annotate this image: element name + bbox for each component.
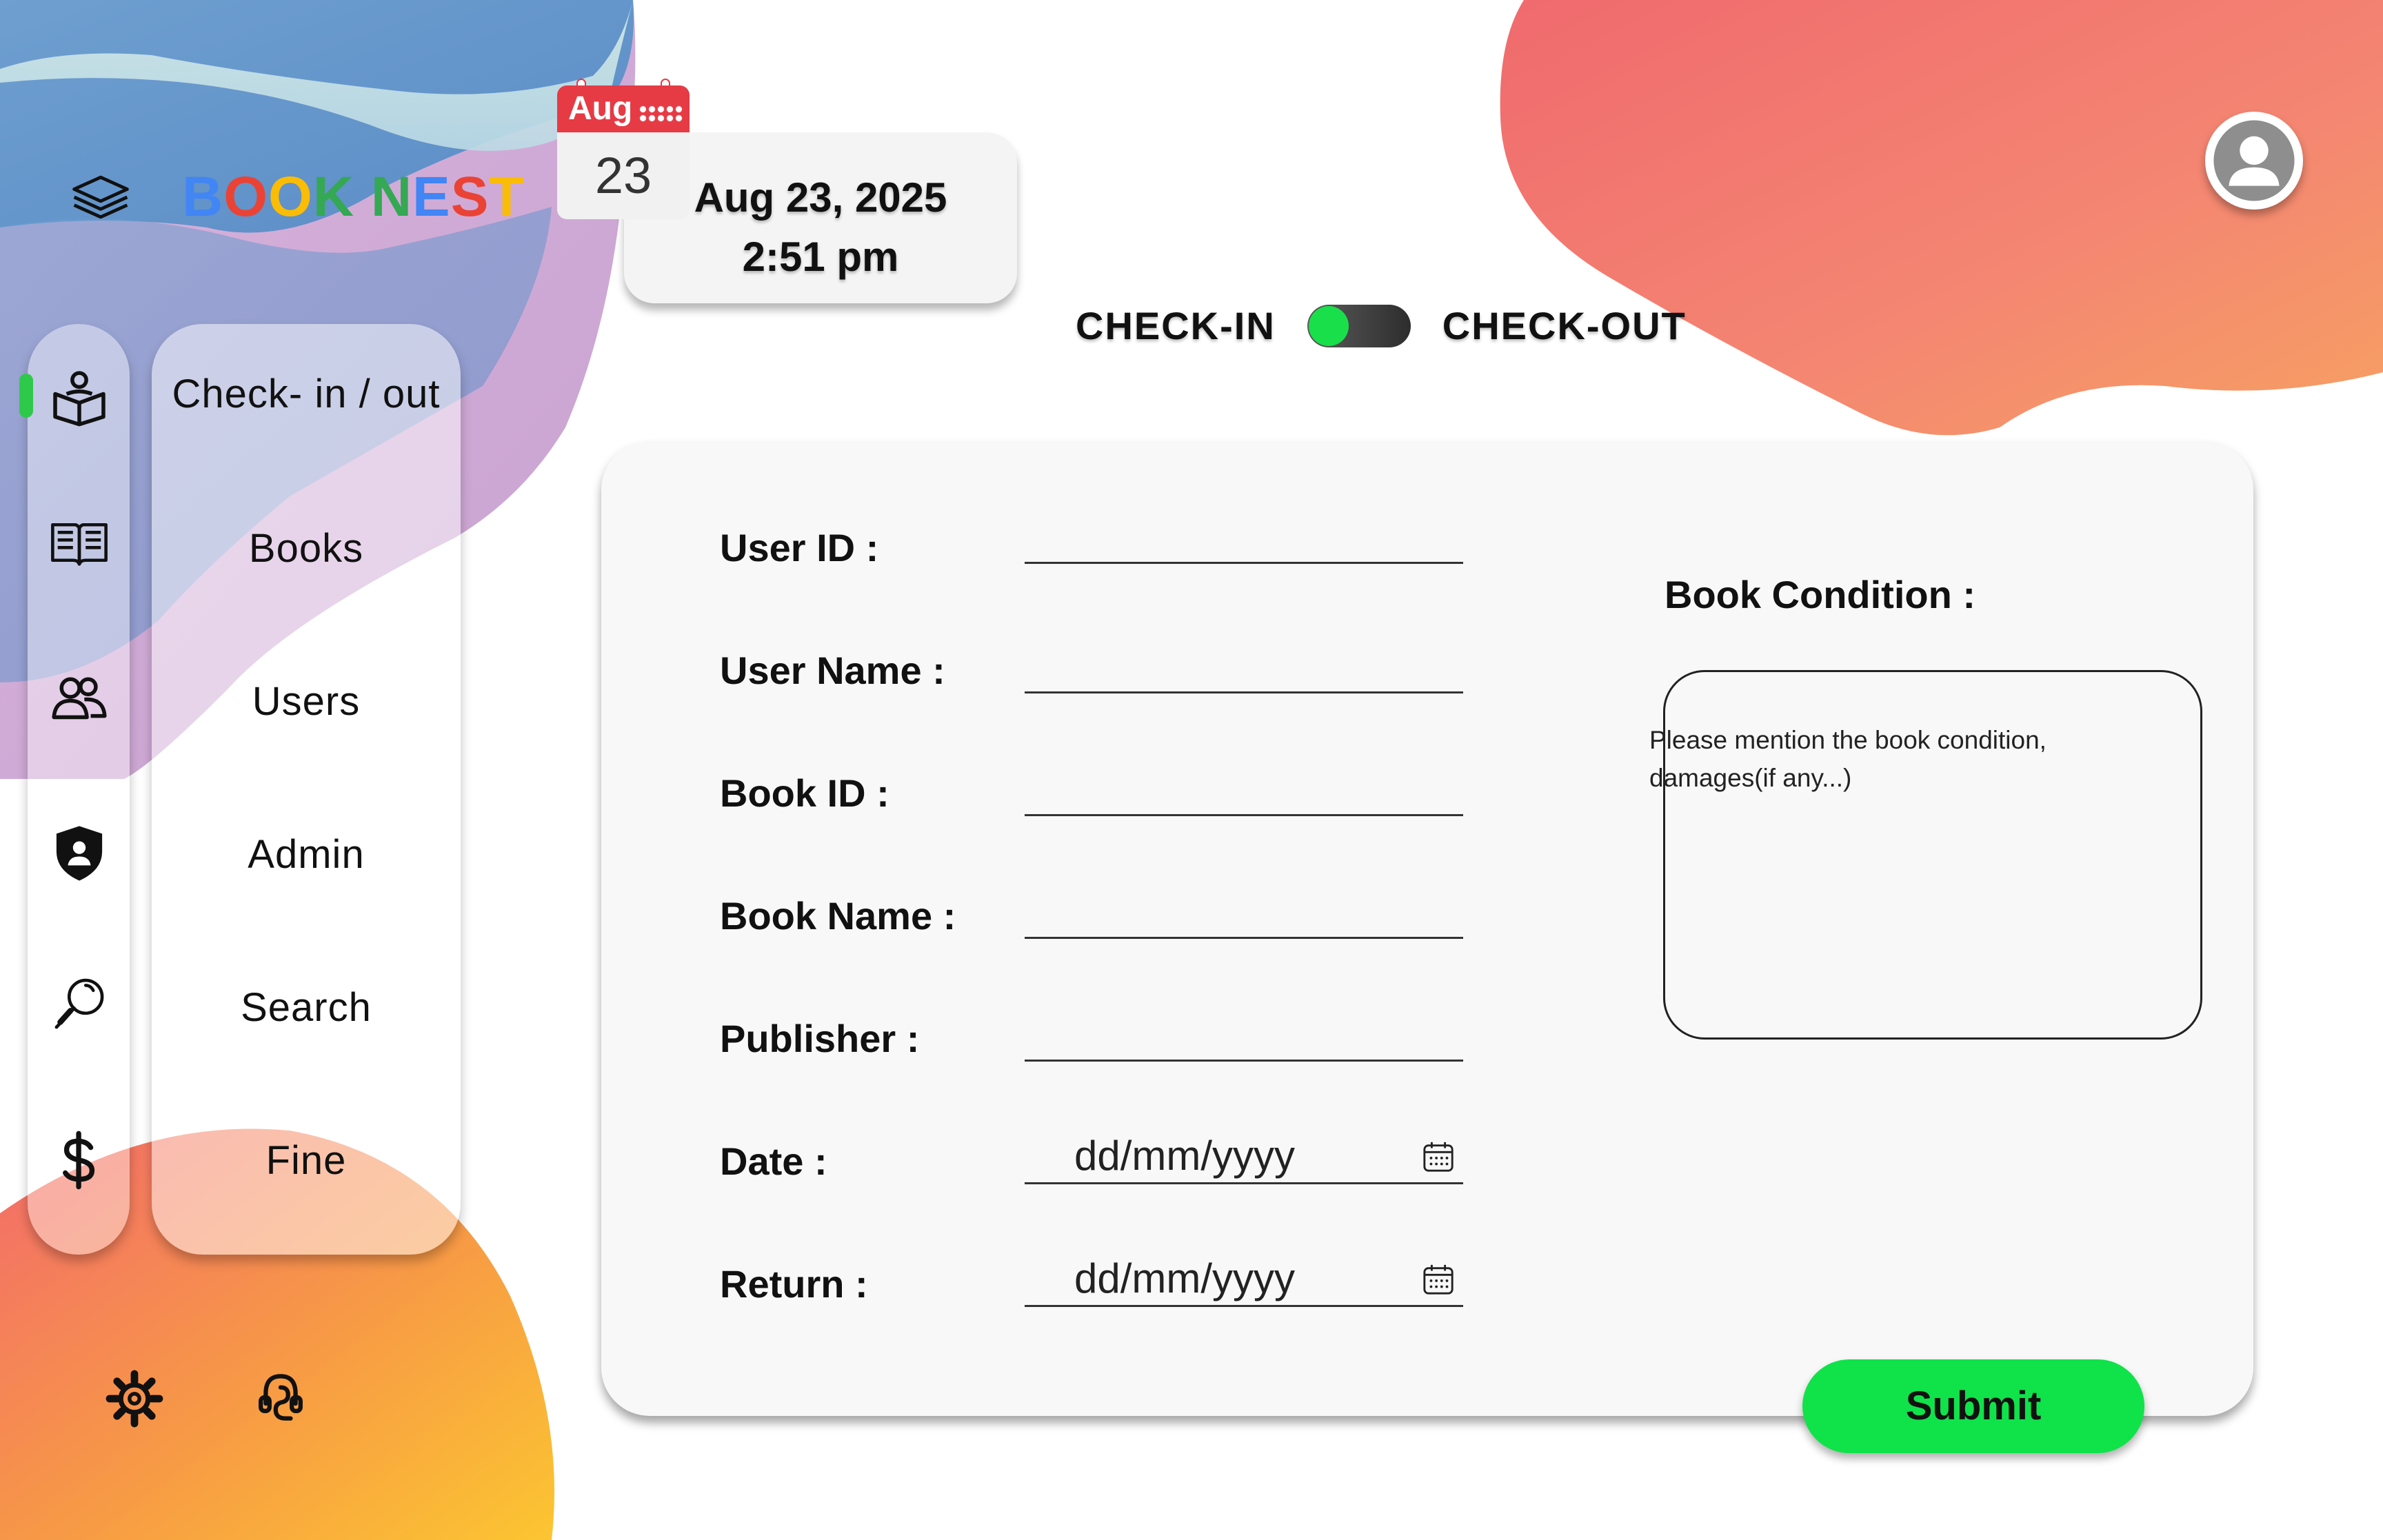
- mode-toggle-switch[interactable]: [1307, 304, 1411, 347]
- book-name-label: Book Name :: [720, 894, 956, 938]
- sidebar-item-fine[interactable]: Fine: [152, 1137, 461, 1184]
- publisher-input[interactable]: [1025, 1006, 1463, 1062]
- date-input[interactable]: [1025, 1129, 1463, 1184]
- book-condition-label: Book Condition :: [1665, 573, 1976, 616]
- check-in-label[interactable]: CHECK-IN: [1076, 303, 1276, 348]
- profile-avatar-button[interactable]: [2205, 112, 2303, 210]
- magnifier-icon[interactable]: [43, 968, 116, 1041]
- brand-letter: O: [268, 165, 313, 228]
- sidebar-label-panel: [152, 324, 461, 1255]
- check-out-label[interactable]: CHECK-OUT: [1442, 303, 1687, 348]
- sidebar-item-books[interactable]: Books: [152, 525, 461, 571]
- open-book-icon[interactable]: [43, 506, 116, 579]
- calendar-icon: Aug 23: [557, 79, 690, 219]
- user-avatar-icon: [2213, 120, 2295, 201]
- brand: BOOK NEST: [68, 164, 525, 230]
- brand-letter: T: [489, 165, 525, 228]
- publisher-label: Publisher :: [720, 1017, 920, 1060]
- user-name-input[interactable]: [1025, 638, 1463, 693]
- return-date-input[interactable]: [1025, 1252, 1463, 1307]
- sidebar-item-users[interactable]: Users: [152, 678, 461, 725]
- sidebar-item-search[interactable]: Search: [152, 984, 461, 1031]
- book-id-input[interactable]: [1025, 761, 1463, 816]
- user-name-label: User Name :: [720, 649, 945, 692]
- calendar-picker-icon[interactable]: [1422, 1140, 1455, 1173]
- users-icon[interactable]: [43, 660, 116, 733]
- book-name-input[interactable]: [1025, 884, 1463, 939]
- mode-toggle-row: CHECK-IN CHECK-OUT: [1076, 303, 1687, 348]
- sidebar-item-check-in-out[interactable]: Check- in / out: [152, 371, 461, 417]
- current-time: 2:51 pm: [742, 234, 899, 280]
- active-nav-indicator: [19, 374, 33, 418]
- shield-user-icon[interactable]: [43, 816, 116, 889]
- support-icon[interactable]: [250, 1366, 312, 1428]
- brand-letter: [354, 165, 371, 228]
- toggle-knob: [1308, 305, 1349, 346]
- return-label: Return :: [720, 1262, 868, 1306]
- gear-icon[interactable]: [103, 1368, 165, 1430]
- brand-letter: E: [412, 165, 451, 228]
- dollar-icon[interactable]: [43, 1124, 116, 1197]
- book-condition-placeholder: Please mention the book condition, damag…: [1649, 726, 2047, 792]
- brand-letter: O: [223, 165, 269, 228]
- calendar-day: 23: [557, 132, 690, 219]
- brand-letter: S: [450, 165, 490, 228]
- brand-letter: K: [312, 165, 355, 228]
- layers-icon: [72, 175, 129, 219]
- user-id-label: User ID :: [720, 526, 879, 569]
- calendar-picker-icon[interactable]: [1422, 1263, 1455, 1296]
- book-id-label: Book ID :: [720, 771, 889, 815]
- date-label: Date :: [720, 1139, 827, 1183]
- submit-button[interactable]: Submit: [1802, 1359, 2144, 1453]
- brand-letter: N: [370, 165, 413, 228]
- sidebar-item-admin[interactable]: Admin: [152, 831, 461, 878]
- reader-book-icon[interactable]: [43, 361, 116, 434]
- user-id-input[interactable]: [1025, 509, 1463, 564]
- sidebar-icon-rail: [28, 324, 130, 1255]
- brand-name: BOOK NEST: [182, 165, 525, 230]
- brand-letter: B: [182, 165, 224, 228]
